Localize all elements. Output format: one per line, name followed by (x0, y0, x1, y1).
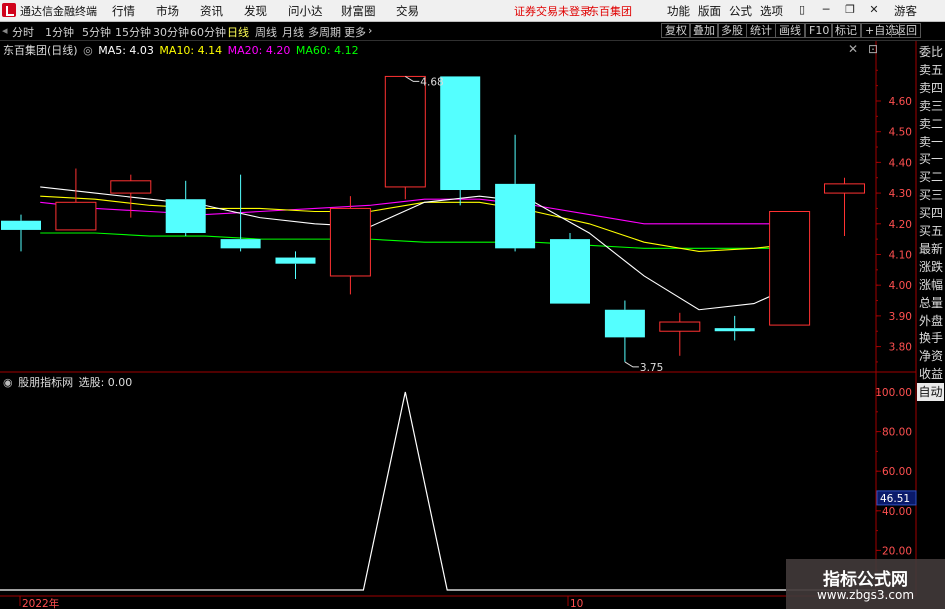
indicator-tick-label: 40.00 (882, 506, 912, 518)
indicator-settings-icon[interactable]: ◉ (3, 376, 13, 389)
candle-body-down (495, 183, 536, 249)
candle-body-down (220, 239, 261, 249)
candle-body-up (110, 180, 152, 194)
side-panel-item[interactable]: 收益 (919, 366, 943, 382)
candle-body-down (440, 76, 481, 191)
side-panel-item[interactable]: 买五 (919, 223, 943, 239)
side-panel-item[interactable]: 外盘 (919, 313, 943, 329)
legend-ma60: MA60: 4.12 (295, 44, 359, 57)
candle-body-down (550, 239, 590, 304)
indicator-tick-label: 100.00 (875, 387, 912, 399)
side-panel-item[interactable]: 委比 (919, 44, 943, 60)
side-panel-item[interactable]: 卖二 (919, 116, 943, 132)
current-value-label: 46.51 (880, 493, 910, 505)
price-tick-label: 4.00 (889, 280, 912, 292)
date-axis: 2022年 10 (19, 596, 583, 609)
price-tick-label: 4.20 (889, 219, 912, 231)
price-tick-label: 3.90 (889, 311, 912, 323)
moving-average-lines (40, 186, 810, 311)
side-panel-item[interactable]: 卖四 (919, 80, 943, 96)
price-tick-label: 4.50 (889, 127, 912, 139)
indicator-value: 选股: 0.00 (78, 376, 133, 389)
annotation-arrow (624, 361, 639, 368)
candlesticks (1, 75, 865, 362)
candle-body-up (329, 207, 371, 277)
price-tick-label: 4.40 (889, 157, 912, 169)
x-label-year: 2022年 (22, 597, 59, 609)
indicator-tick-label: 20.00 (882, 545, 912, 557)
legend-ma20: MA20: 4.20 (227, 44, 291, 57)
candle-body-down (165, 199, 206, 233)
candle-body-down (714, 328, 755, 332)
side-panel-item[interactable]: 涨幅 (919, 277, 943, 293)
side-panel-item[interactable]: 卖三 (919, 98, 943, 114)
side-panel-item[interactable]: 卖五 (919, 62, 943, 78)
watermark-url: www.zbgs3.com (816, 588, 915, 602)
candle-body-down (604, 309, 645, 338)
settings-icon[interactable]: ◎ (83, 44, 93, 57)
watermark: 指标公式网 www.zbgs3.com (786, 559, 945, 609)
indicator-line (0, 391, 876, 591)
x-label-month: 10 (570, 598, 583, 609)
side-panel-item[interactable]: 买一 (919, 151, 943, 167)
candle-body-up (659, 321, 701, 332)
candle-body-up (769, 211, 811, 326)
side-panel-item[interactable]: 卖一 (919, 134, 943, 150)
ma60-line (40, 232, 809, 249)
watermark-title: 指标公式网 (823, 570, 908, 590)
chart-canvas[interactable]: 4.60 4.50 4.40 4.30 4.20 4.10 4.00 3.90 3.80 4.6… (0, 0, 945, 609)
side-panel-item[interactable]: 涨跌 (919, 259, 943, 275)
indicator-panel: 100.00 80.00 60.00 40.00 20.00 46.51 (0, 387, 917, 591)
annotation-label: 4.68 (420, 76, 443, 88)
side-panel-item[interactable]: 买三 (919, 187, 943, 203)
indicator-tick-label: 60.00 (882, 466, 912, 478)
auto-button[interactable]: 自动 (917, 383, 944, 401)
indicator-tick-label: 80.00 (882, 427, 912, 439)
side-panel-item[interactable]: 买二 (919, 169, 943, 185)
legend-ma10: MA10: 4.14 (159, 44, 223, 57)
sub-legend: ◉ 股朋指标网 选股: 0.00 (3, 374, 134, 390)
side-panel-item[interactable]: 总量 (919, 295, 943, 311)
ma20-line (40, 198, 809, 225)
indicator-title: 股朋指标网 (18, 376, 74, 389)
price-tick-label: 4.10 (889, 249, 912, 261)
candle-body-up (824, 183, 865, 194)
side-panel-item[interactable]: 买四 (919, 205, 943, 221)
candle-body-down (275, 257, 316, 264)
legend-ma5: MA5: 4.03 (98, 44, 154, 57)
price-tick-label: 4.30 (889, 188, 912, 200)
price-tick-label: 4.60 (889, 96, 912, 108)
main-legend: 东百集团(日线) ◎ MA5: 4.03 MA10: 4.14 MA20: 4.… (3, 42, 361, 58)
collapse-icon[interactable]: ✕ (848, 42, 858, 56)
side-panel-item[interactable]: 净资 (919, 348, 943, 364)
side-panel-item[interactable]: 最新 (919, 241, 943, 257)
candle-body-up (384, 75, 426, 188)
candle-body-down (1, 220, 41, 230)
annotation-label: 3.75 (640, 362, 663, 374)
expand-icon[interactable]: ⊡ (868, 42, 878, 56)
quote-side-panel: 委比卖五卖四卖三卖二卖一 买一买二买三买四买五最新涨跌涨幅总量外盘 换手净资收益 (917, 42, 945, 402)
main-chart-title: 东百集团(日线) (3, 44, 78, 57)
candle-body-up (55, 201, 97, 231)
price-axis: 4.60 4.50 4.40 4.30 4.20 4.10 4.00 3.90 3.80 (876, 69, 912, 363)
side-panel-item[interactable]: 换手 (919, 330, 943, 346)
price-tick-label: 3.80 (889, 342, 912, 354)
